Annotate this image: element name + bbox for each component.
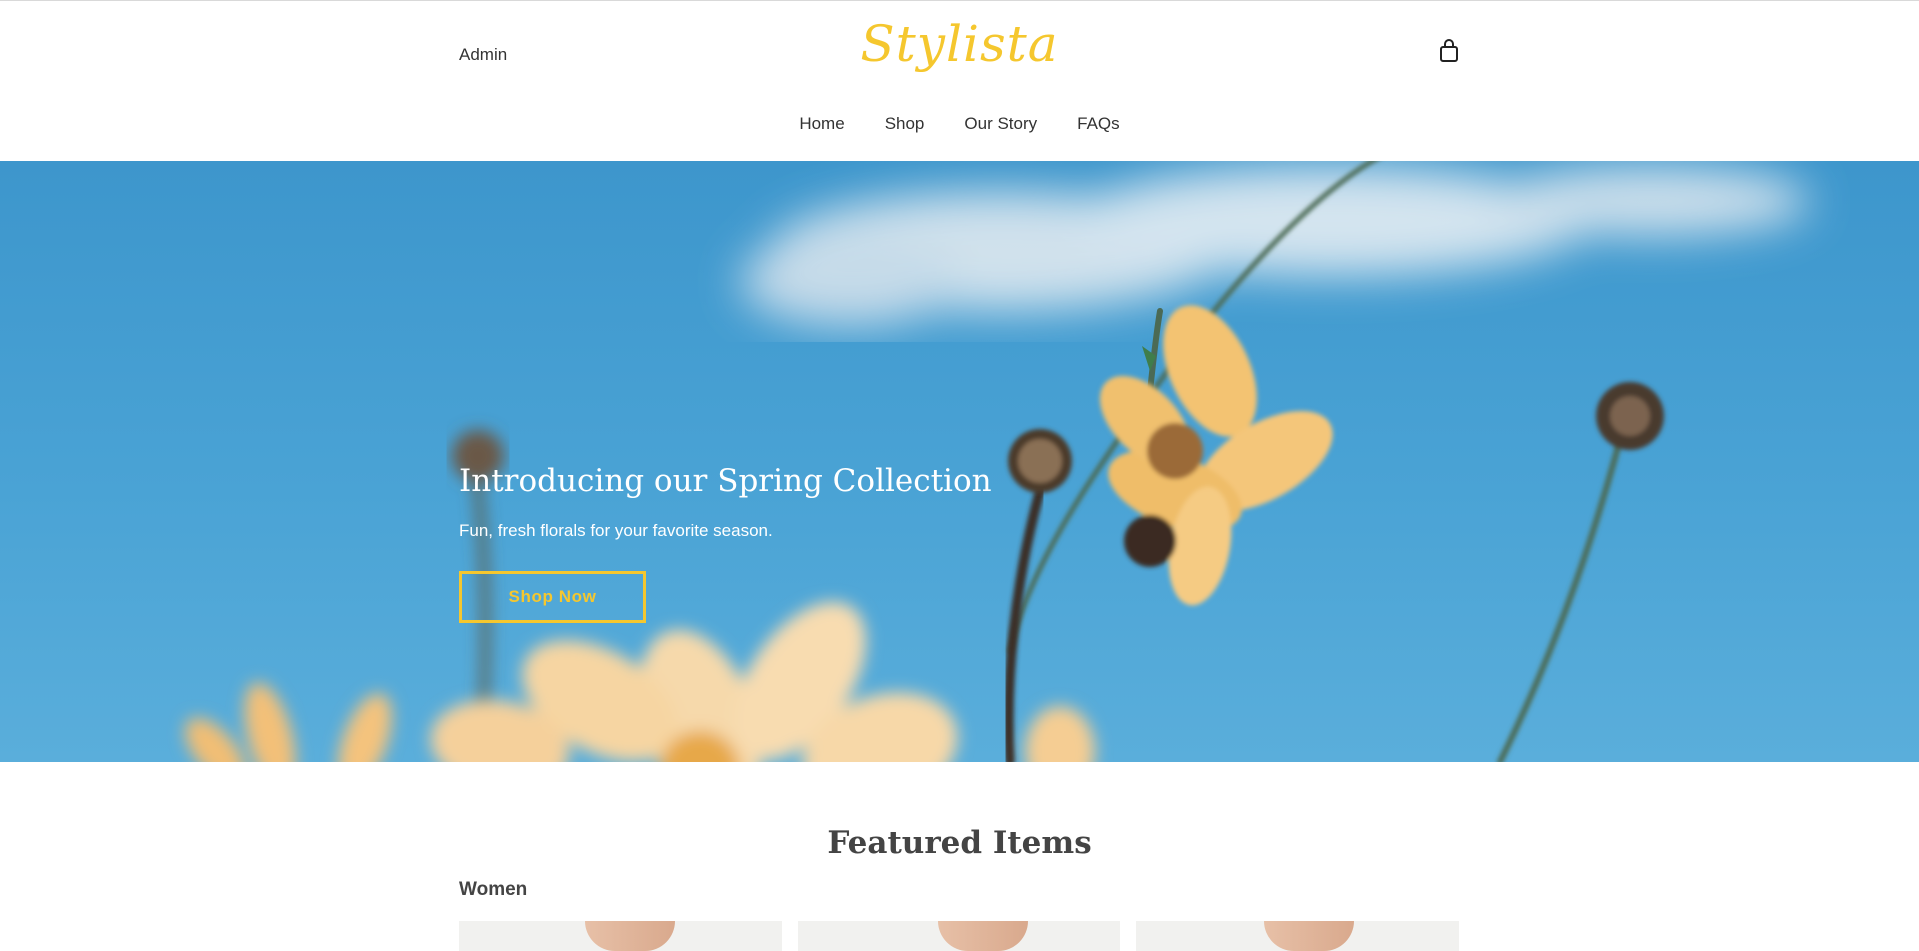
admin-link[interactable]: Admin [459, 45, 507, 65]
logo-text[interactable]: Stylista [860, 15, 1058, 73]
site-header: Admin Stylista Home Shop Our Story FAQs [0, 1, 1919, 161]
main-nav: Home Shop Our Story FAQs [0, 114, 1919, 134]
featured-items-heading: Featured Items [827, 825, 1092, 861]
nav-shop[interactable]: Shop [885, 114, 925, 134]
shopping-bag-icon[interactable] [1438, 38, 1460, 64]
nav-home[interactable]: Home [799, 114, 844, 134]
nav-faqs[interactable]: FAQs [1077, 114, 1120, 134]
hero-flower-image [185, 161, 1810, 762]
logo: Stylista [0, 15, 1919, 73]
shop-now-button[interactable]: Shop Now [459, 571, 646, 623]
hero-title: Introducing our Spring Collection [459, 462, 992, 499]
hero-banner: Introducing our Spring Collection Fun, f… [0, 161, 1919, 762]
hero-subtitle: Fun, fresh florals for your favorite sea… [459, 521, 773, 540]
category-label-women: Women [459, 879, 528, 900]
nav-our-story[interactable]: Our Story [964, 114, 1037, 134]
